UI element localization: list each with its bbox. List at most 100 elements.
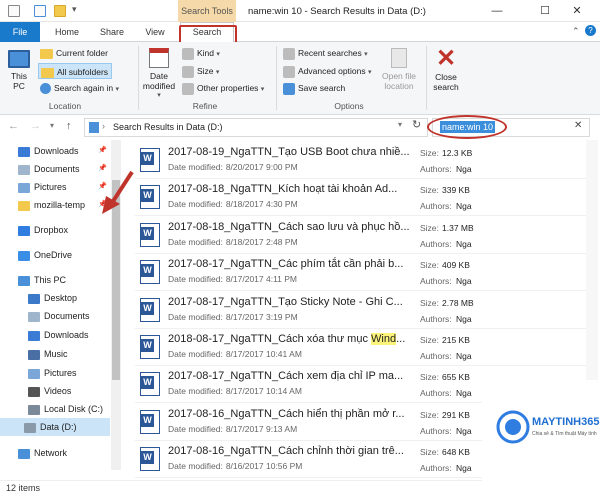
date-modified: Date modified: 8/17/2017 9:13 AM [168, 424, 297, 434]
ribbon-separator [276, 46, 277, 110]
minimize-button[interactable]: — [474, 0, 520, 22]
breadcrumb-chevron-icon[interactable]: › [102, 121, 105, 131]
nav-item[interactable]: Music [4, 345, 108, 363]
dropdown-icon: ▾ [364, 51, 368, 58]
nav-item[interactable]: Desktop [4, 289, 108, 307]
size-label: Size: [420, 148, 439, 158]
date-label: Date modified: [168, 311, 223, 322]
search-results-icon [89, 122, 99, 133]
tab-home[interactable]: Home [50, 22, 84, 42]
watermark-tagline: Chia sẻ & Tìm thuật Máy tính [532, 431, 597, 437]
pin-icon[interactable]: 📌 [98, 142, 107, 160]
file-name-text: 2018-08-17_NgaTTN_Cách xóa thư mục [168, 333, 372, 345]
date-label: Date modified: [168, 423, 223, 434]
nav-item[interactable]: Data (D:) [0, 418, 110, 436]
size-label: Size: [420, 447, 439, 458]
size-button[interactable]: Size ▾ [182, 63, 219, 79]
save-search-button[interactable]: Save search [283, 80, 345, 96]
nav-item[interactable]: Pictures [4, 364, 108, 382]
close-search-button[interactable]: ✕ Close search [430, 47, 462, 93]
size-value: 2.78 MB [442, 297, 474, 308]
date-value: 8/17/2017 9:13 AM [225, 423, 298, 434]
address-dropdown-icon[interactable]: ▾ [398, 120, 402, 129]
watermark: MAYTINH365 Chia sẻ & Tìm thuật Máy tính [482, 380, 600, 497]
this-pc-label: This PC [10, 71, 28, 91]
nav-item[interactable]: Videos [4, 382, 108, 400]
author-label: Authors: [420, 351, 452, 361]
word-badge: W [141, 339, 154, 352]
file-name[interactable]: 2018-08-17_NgaTTN_Cách xóa thư mục Wind.… [168, 333, 405, 345]
author-value: Nga [456, 313, 472, 324]
up-icon[interactable]: ↑ [66, 120, 72, 132]
nav-item-icon [18, 200, 30, 211]
dropdown-icon: ▾ [157, 92, 161, 99]
size-value: 339 KB [442, 185, 470, 196]
tab-view[interactable]: View [140, 22, 170, 42]
author-label: Authors: [420, 276, 452, 287]
date-label: Date modified: [168, 199, 223, 210]
date-value: 8/17/2017 10:41 AM [225, 349, 302, 359]
tab-share[interactable]: Share [96, 22, 128, 42]
kind-label: Kind [197, 48, 215, 58]
group-label-options: Options [334, 101, 364, 111]
search-again-button[interactable]: Search again in ▾ [40, 80, 119, 96]
date-value: 8/17/2017 3:19 PM [225, 311, 298, 322]
kind-button[interactable]: Kind ▾ [182, 45, 220, 61]
group-label-location: Location [48, 101, 82, 111]
file-name[interactable]: 2017-08-17_NgaTTN_Tạo Sticky Note - Ghi … [168, 296, 403, 308]
nav-item-icon [28, 330, 40, 341]
file-name[interactable]: 2017-08-17_NgaTTN_Các phím tắt cần phải … [168, 258, 403, 270]
word-badge: W [141, 301, 154, 315]
author-value: Nga [456, 351, 472, 361]
tab-file[interactable]: File [0, 22, 40, 42]
nav-item-icon [28, 386, 40, 397]
forward-icon[interactable]: → [30, 120, 41, 132]
recent-locations-icon[interactable]: ▾ [50, 121, 54, 130]
file-name[interactable]: 2017-08-16_NgaTTN_Cách chỉnh thời gian t… [168, 445, 404, 457]
date-modified-button[interactable]: Date modified ▾ [141, 48, 177, 101]
nav-item[interactable]: OneDrive [4, 246, 108, 264]
nav-item[interactable]: Downloads [4, 326, 108, 344]
properties-icon[interactable] [34, 5, 46, 17]
nav-item[interactable]: Dropbox [4, 221, 108, 239]
search-icon [40, 83, 51, 95]
nav-item[interactable]: mozilla-temp 📌 [4, 196, 108, 214]
nav-item[interactable]: Documents [4, 307, 108, 325]
other-properties-button[interactable]: Other properties ▾ [182, 80, 264, 96]
file-name[interactable]: 2017-08-18_NgaTTN_Kích hoạt tài khoản Ad… [168, 183, 397, 195]
nav-item[interactable]: Pictures 📌 [4, 178, 108, 196]
nav-item[interactable]: Network [4, 444, 108, 462]
file-name[interactable]: 2017-08-18_NgaTTN_Cách sao lưu và phục h… [168, 221, 410, 233]
search-match-highlight: Wind [371, 333, 397, 345]
nav-item[interactable]: Documents 📌 [4, 160, 108, 178]
search-again-label: Search again in [54, 83, 114, 93]
clear-search-icon[interactable]: ✕ [574, 120, 582, 131]
file-name[interactable]: 2017-08-17_NgaTTN_Cách xem địa chỉ IP ma… [168, 370, 403, 382]
ribbon-collapse-icon[interactable]: ⌃ [572, 26, 580, 37]
nav-item-label: Documents [34, 164, 80, 174]
file-name[interactable]: 2017-08-19_NgaTTN_Tạo USB Boot chưa nhiề… [168, 146, 410, 158]
nav-item[interactable]: This PC [4, 271, 108, 289]
help-icon[interactable]: ? [585, 25, 596, 36]
word-badge: W [141, 376, 154, 390]
size-value: 1.37 MB [442, 222, 474, 233]
nav-item[interactable]: Downloads 📌 [4, 142, 108, 160]
nav-item[interactable]: Local Disk (C:) [4, 400, 108, 418]
file-name[interactable]: 2017-08-16_NgaTTN_Cách hiển thị phần mở … [168, 408, 405, 420]
nav-item-label: Videos [44, 386, 72, 396]
date-label: Date modified: [168, 162, 223, 172]
size-value: 648 KB [442, 447, 470, 458]
back-icon[interactable]: ← [8, 120, 19, 132]
close-button[interactable]: ✕ [554, 0, 600, 22]
current-folder-button[interactable]: Current folder [40, 45, 108, 61]
author-value: Nga [456, 276, 472, 287]
recent-searches-button[interactable]: Recent searches ▾ [283, 45, 368, 61]
all-subfolders-button[interactable]: All subfolders [38, 63, 113, 79]
nav-item-icon [18, 275, 30, 286]
qat-dropdown-icon[interactable]: ▾ [72, 4, 77, 15]
new-folder-icon[interactable] [54, 5, 66, 17]
advanced-options-button[interactable]: Advanced options ▾ [283, 63, 371, 79]
this-pc-button[interactable]: This PC [4, 50, 34, 91]
open-file-location-button[interactable]: Open file location [377, 48, 421, 91]
refresh-icon[interactable]: ↻ [412, 118, 421, 131]
